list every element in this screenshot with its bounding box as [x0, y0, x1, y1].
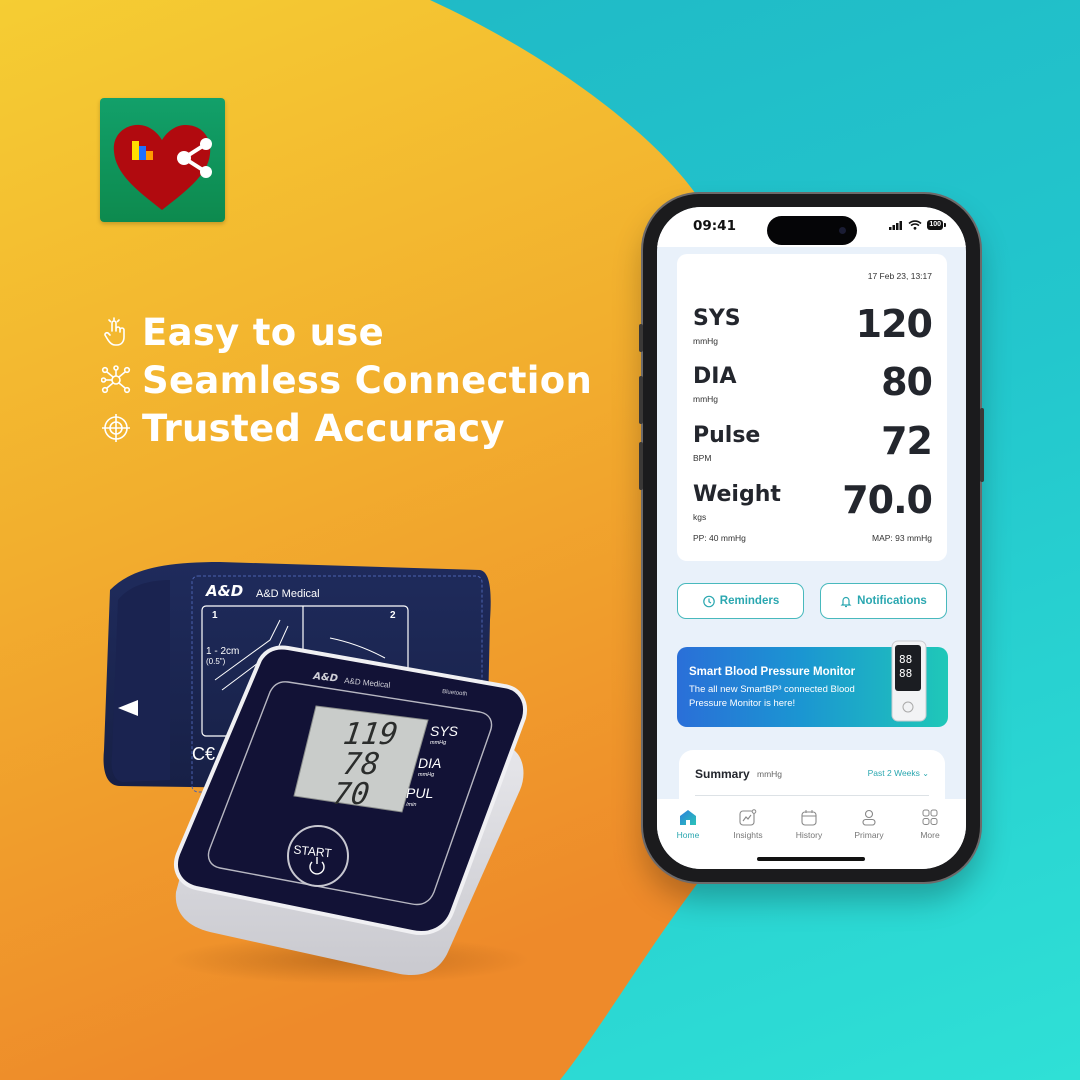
metric-unit: kgs [693, 512, 707, 522]
promo-subtitle: The all new SmartBP³ connected Blood Pre… [689, 684, 855, 709]
dynamic-island [767, 216, 857, 245]
summary-range-dropdown[interactable]: Past 2 Weeks ⌄ [868, 768, 929, 778]
metric-label: Weight [693, 482, 781, 507]
clock-icon [702, 595, 715, 607]
tap-hand-icon [100, 316, 132, 348]
status-bar: 09:41 100 [657, 207, 966, 247]
metric-value: 70.0 [842, 478, 933, 522]
app-screen: 09:41 100 17 Feb 23, 13:17 SYS mmHg 120 … [657, 207, 966, 869]
feature-trusted-accuracy: Trusted Accuracy [100, 404, 592, 452]
battery-level: 100 [927, 220, 943, 230]
metric-label: SYS [693, 306, 741, 331]
reading-date: 17 Feb 23, 13:17 [867, 271, 932, 281]
smart-bp-monitor-image: 88 88 [891, 640, 927, 722]
lcd-dia-label: DIA [418, 755, 441, 771]
promo-banner[interactable]: Smart Blood Pressure Monitor The all new… [677, 640, 948, 727]
tab-insights[interactable]: Insights [723, 809, 773, 840]
summary-title: Summary [695, 767, 750, 781]
feature-label: Seamless Connection [142, 358, 593, 402]
lcd-sys-label: SYS [430, 723, 459, 739]
lcd-pul-value: 70 [331, 777, 372, 812]
svg-text:1: 1 [212, 610, 218, 621]
metric-weight: Weight kgs 70.0 [693, 478, 933, 532]
notifications-label: Notifications [857, 595, 927, 607]
phone-side-button [639, 324, 643, 352]
tab-label: Primary [854, 830, 884, 840]
tab-label: More [920, 830, 940, 840]
cuff-brand-logo: A&D [205, 582, 243, 600]
svg-text:(0.5"): (0.5") [206, 657, 226, 666]
summary-range-label: Past 2 Weeks [867, 768, 920, 778]
blood-pressure-monitor-illustration: A&D A&D Medical 1 2 1 - 2cm (0.5") C€ A&… [100, 560, 540, 990]
signal-icon [889, 220, 903, 230]
battery-icon: 100 [927, 220, 946, 230]
svg-text:2: 2 [390, 610, 396, 621]
metric-value: 80 [881, 360, 933, 404]
insights-icon [739, 809, 757, 826]
metric-sys: SYS mmHg 120 [693, 302, 933, 356]
notifications-button[interactable]: Notifications [820, 583, 947, 619]
promo-title: Smart Blood Pressure Monitor [689, 666, 856, 678]
metric-pulse: Pulse BPM 72 [693, 419, 933, 473]
svg-text:1 - 2cm: 1 - 2cm [206, 646, 239, 657]
app-icon [100, 98, 225, 222]
bell-icon [840, 596, 852, 607]
chevron-down-icon: ⌄ [922, 769, 929, 778]
metric-unit: mmHg [693, 394, 719, 404]
phone-power-button [980, 408, 984, 482]
user-icon [862, 809, 876, 826]
feature-list: Easy to use Seamless Connection Trusted … [100, 308, 592, 452]
svg-text:88: 88 [899, 653, 912, 666]
feature-easy-to-use: Easy to use [100, 308, 592, 356]
lcd-sys-unit: mmHg [430, 740, 447, 746]
metric-value: 72 [881, 419, 933, 463]
metric-value: 120 [855, 302, 933, 346]
tab-history[interactable]: History [784, 809, 834, 840]
metric-unit: BPM [693, 453, 712, 463]
metric-label: Pulse [693, 423, 761, 448]
pulse-pressure: PP: 40 mmHg [693, 533, 746, 543]
metric-label: DIA [693, 364, 737, 389]
grid-icon [922, 809, 938, 825]
feature-seamless-connection: Seamless Connection [100, 356, 592, 404]
tab-label: Insights [733, 830, 763, 840]
metric-unit: mmHg [693, 336, 719, 346]
svg-text:88: 88 [899, 667, 912, 680]
tab-label: History [795, 830, 823, 840]
feature-label: Trusted Accuracy [142, 406, 505, 450]
metric-dia: DIA mmHg 80 [693, 360, 933, 414]
svg-text:C€: C€ [192, 744, 215, 764]
tab-primary[interactable]: Primary [844, 809, 894, 840]
lcd-pul-unit: /min [405, 802, 416, 808]
divider [695, 795, 929, 796]
tab-more[interactable]: More [905, 809, 955, 840]
wifi-icon [908, 220, 922, 230]
home-indicator[interactable] [757, 857, 865, 861]
calendar-icon [801, 810, 817, 826]
status-time: 09:41 [693, 218, 736, 234]
summary-unit: mmHg [757, 769, 783, 779]
heart-share-icon [113, 124, 212, 210]
phone-volume-down [639, 442, 643, 490]
network-icon [100, 364, 132, 396]
reminders-label: Reminders [719, 595, 780, 607]
cuff-brand-name: A&D Medical [256, 588, 320, 600]
mean-arterial-pressure: MAP: 93 mmHg [872, 533, 932, 543]
lcd-dia-unit: mmHg [418, 772, 435, 778]
phone-mockup: 09:41 100 17 Feb 23, 13:17 SYS mmHg 120 … [639, 194, 984, 882]
tab-home[interactable]: Home [663, 809, 713, 840]
bottom-tab-bar: Home Insights History Primary More [657, 799, 966, 869]
latest-reading-card[interactable]: 17 Feb 23, 13:17 SYS mmHg 120 DIA mmHg 8… [677, 254, 947, 561]
phone-volume-up [639, 376, 643, 424]
tab-label: Home [676, 830, 700, 840]
home-icon [680, 810, 696, 825]
feature-label: Easy to use [142, 310, 385, 354]
lcd-pul-label: PUL [406, 785, 433, 801]
target-icon [100, 412, 132, 444]
reminders-button[interactable]: Reminders [677, 583, 804, 619]
